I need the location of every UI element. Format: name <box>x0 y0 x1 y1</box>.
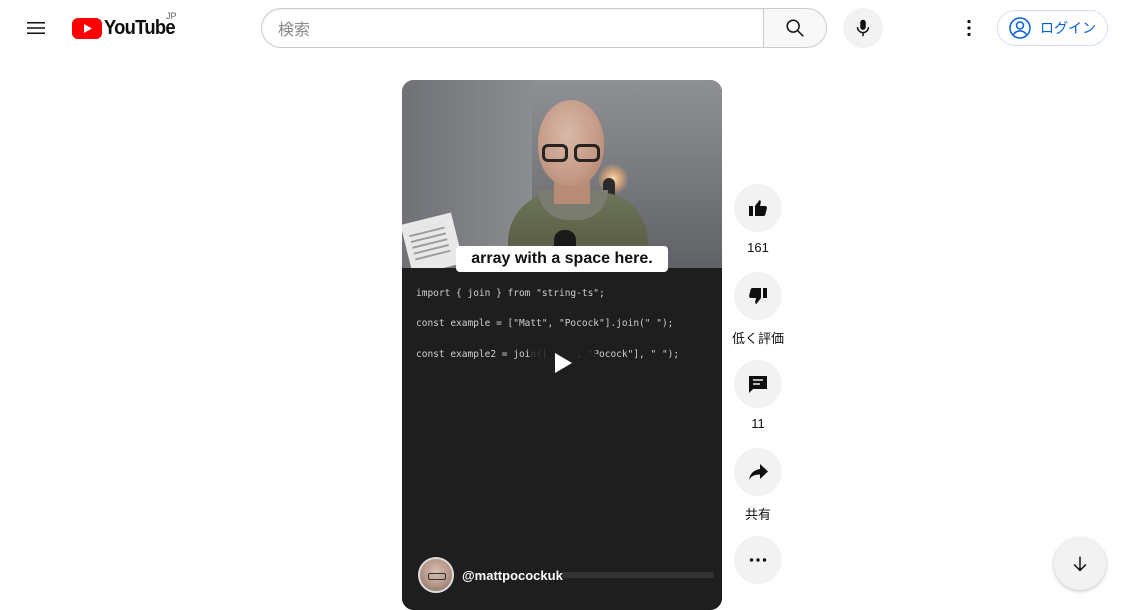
like-action: 161 <box>734 184 782 255</box>
mic-icon <box>856 19 870 37</box>
share-icon <box>749 464 768 480</box>
more-action <box>734 536 782 584</box>
comment-count: 11 <box>751 416 765 431</box>
search-icon <box>786 19 804 37</box>
comment-icon <box>749 376 767 393</box>
progress-bar[interactable] <box>562 572 714 578</box>
login-label: ログイン <box>1040 20 1096 36</box>
search-button[interactable] <box>763 8 827 48</box>
channel-info[interactable]: @mattpocockuk <box>418 557 563 593</box>
like-count: 161 <box>747 240 769 255</box>
video-frame <box>402 80 722 282</box>
presenter-face <box>538 100 604 186</box>
dislike-action: 低く評価 <box>732 272 785 347</box>
like-button[interactable] <box>734 184 782 232</box>
channel-handle[interactable]: @mattpocockuk <box>462 568 563 583</box>
code-line-2: const example = ["Matt", "Pocock"].join(… <box>416 318 674 329</box>
dislike-label: 低く評価 <box>732 331 785 346</box>
share-action: 共有 <box>734 448 782 523</box>
login-button[interactable]: ログイン <box>997 10 1108 46</box>
more-vert-icon <box>967 19 971 37</box>
share-label: 共有 <box>744 507 771 522</box>
comment-action: 11 <box>734 360 782 431</box>
play-icon <box>555 353 572 373</box>
thumb-up-icon <box>749 200 767 216</box>
account-circle-icon <box>1009 17 1031 39</box>
youtube-logo-icon <box>72 17 102 39</box>
play-button[interactable] <box>545 345 581 381</box>
more-horiz-icon <box>749 558 767 562</box>
region-code: JP <box>166 11 177 21</box>
search-placeholder: 検索 <box>278 22 311 39</box>
arrow-down-icon <box>1073 556 1087 572</box>
masthead: YouTube JP 検索 ログイン <box>0 0 1124 56</box>
video-caption: array with a space here. <box>456 246 668 272</box>
guide-menu-button[interactable] <box>16 8 56 48</box>
logo-text: YouTube <box>104 16 176 39</box>
channel-avatar[interactable] <box>418 557 454 593</box>
share-button[interactable] <box>734 448 782 496</box>
voice-search-button[interactable] <box>843 8 883 48</box>
menu-icon <box>27 22 45 34</box>
more-actions-button[interactable] <box>734 536 782 584</box>
thumb-down-icon <box>749 288 767 304</box>
shorts-video-player[interactable]: array with a space here. import { join }… <box>402 80 722 610</box>
search-input[interactable]: 検索 <box>261 8 764 48</box>
next-video-button[interactable] <box>1054 538 1106 590</box>
settings-more-button[interactable] <box>949 8 989 48</box>
youtube-logo[interactable]: YouTube <box>72 14 181 42</box>
dislike-button[interactable] <box>734 272 782 320</box>
code-line-1: import { join } from "string-ts"; <box>416 288 605 299</box>
comment-button[interactable] <box>734 360 782 408</box>
